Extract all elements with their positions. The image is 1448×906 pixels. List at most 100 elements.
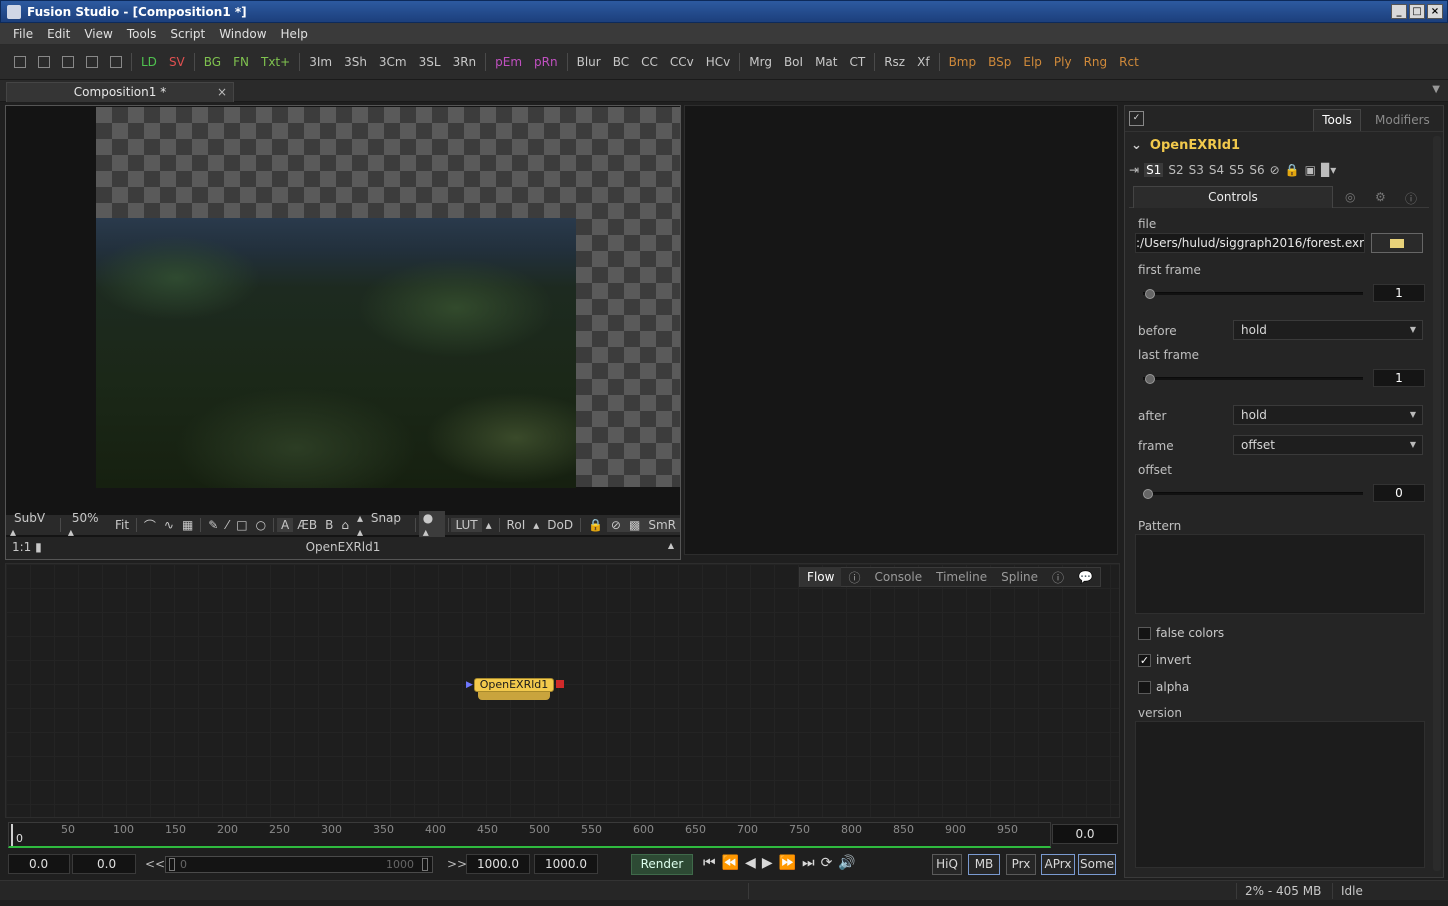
slot-s3[interactable]: S3	[1189, 163, 1204, 177]
slash-icon[interactable]: ⊘	[606, 518, 625, 532]
browse-button[interactable]	[1371, 233, 1423, 253]
viewer-left[interactable]: SubV ▴ 50% ▴ Fit ⌒ ∿ ▦ ✎ ⁄ □ ○ A ÆB B ⌂ …	[5, 105, 681, 560]
roi-button[interactable]: RoI	[503, 518, 530, 532]
tool-button-3sl[interactable]: 3SL	[413, 52, 447, 72]
before-select[interactable]: hold ▼	[1233, 320, 1423, 340]
tab-timeline[interactable]: Timeline	[929, 570, 994, 584]
playhead[interactable]	[11, 824, 13, 846]
mb-button[interactable]: MB	[968, 854, 1000, 875]
tab-controls[interactable]: Controls	[1133, 186, 1333, 208]
version-field[interactable]	[1135, 721, 1425, 868]
tool-button-bsp[interactable]: BSp	[982, 52, 1017, 72]
first-frame-value[interactable]: 1	[1373, 284, 1425, 302]
tool-header[interactable]: ⌄ OpenEXRld1	[1131, 138, 1240, 153]
tool-button-ld[interactable]: LD	[135, 52, 163, 72]
menu-view[interactable]: View	[79, 27, 117, 41]
slot-s1[interactable]: S1	[1144, 163, 1164, 177]
pin-icon[interactable]: ⇥	[1129, 163, 1139, 177]
node-output-icon[interactable]	[556, 680, 564, 688]
rectangle-icon[interactable]: □	[232, 518, 251, 532]
frame-select[interactable]: offset ▼	[1233, 435, 1423, 455]
step-back-icon[interactable]: ⏪	[722, 855, 739, 871]
menu-help[interactable]: Help	[276, 27, 313, 41]
tool-button-prn[interactable]: pRn	[528, 52, 564, 72]
offset-value[interactable]: 0	[1373, 484, 1425, 502]
tool-button-boi[interactable]: BoI	[778, 52, 809, 72]
lock-icon[interactable]: 🔒	[584, 518, 607, 532]
menu-script[interactable]: Script	[165, 27, 210, 41]
tool-button-3im[interactable]: 3Im	[303, 52, 338, 72]
tab-tools[interactable]: Tools	[1313, 109, 1361, 131]
tab-spline[interactable]: Spline	[994, 570, 1045, 584]
slider-knob[interactable]	[1145, 374, 1155, 384]
tab-dropdown-icon[interactable]: ▼	[1432, 84, 1440, 95]
false-colors-checkbox[interactable]	[1138, 627, 1151, 640]
alpha-checkbox[interactable]	[1138, 681, 1151, 694]
lut-dropdown-icon[interactable]: ▴	[482, 518, 496, 532]
last-frame-icon[interactable]: ⏭	[802, 855, 815, 871]
smr-button[interactable]: SmR	[644, 518, 680, 532]
offset-slider[interactable]	[1143, 489, 1363, 499]
tool-button-elp[interactable]: Elp	[1017, 52, 1048, 72]
tool-button-3rn[interactable]: 3Rn	[447, 52, 483, 72]
tool-button-bmp[interactable]: Bmp	[943, 52, 983, 72]
minimize-button[interactable]: _	[1391, 4, 1407, 19]
last-frame-slider[interactable]	[1143, 374, 1363, 384]
buffer-b-button[interactable]: B	[321, 518, 337, 532]
tool-button-rsz[interactable]: Rsz	[878, 52, 911, 72]
tool-button-pem[interactable]: pEm	[489, 52, 528, 72]
console-info-icon[interactable]: ⓘ	[841, 569, 867, 586]
snap-icon[interactable]: ⌂	[337, 518, 353, 532]
info-icon[interactable]: ⓘ	[1405, 190, 1417, 207]
flow-view[interactable]: Flow ⓘ Console Timeline Spline ⓘ 💬 ▶ Ope…	[5, 563, 1120, 818]
some-button[interactable]: Some	[1078, 854, 1116, 875]
hiq-button[interactable]: HiQ	[932, 854, 962, 875]
viewer-expand-icon[interactable]: ▲	[668, 541, 674, 550]
tab-console[interactable]: Console	[867, 570, 929, 584]
tool-button-fn[interactable]: FN	[227, 52, 255, 72]
first-frame-slider[interactable]	[1143, 289, 1363, 299]
ab-compare-icon[interactable]: ÆB	[293, 518, 321, 532]
loop-icon[interactable]: ⟳	[821, 855, 833, 871]
tool-button-sv[interactable]: SV	[163, 52, 191, 72]
menu-tools[interactable]: Tools	[122, 27, 162, 41]
step-forward-icon[interactable]: ⏩	[779, 855, 796, 871]
layout-split-icon[interactable]	[38, 56, 50, 68]
roi-dropdown-icon[interactable]: ▴	[529, 518, 543, 532]
close-tab-icon[interactable]: ×	[217, 83, 227, 101]
slot-s6[interactable]: S6	[1249, 163, 1264, 177]
wand-icon[interactable]: ⁄	[222, 518, 232, 532]
snap-button[interactable]: ▴ Snap ▴	[353, 511, 412, 539]
tool-button-rct[interactable]: Rct	[1113, 52, 1145, 72]
grid-icon[interactable]: ▦	[178, 518, 197, 532]
range-slider[interactable]: 0 1000	[165, 856, 433, 873]
layout-horizontal-icon[interactable]	[62, 56, 74, 68]
tool-button-rng[interactable]: Rng	[1078, 52, 1114, 72]
menu-window[interactable]: Window	[214, 27, 271, 41]
color-channel-icon[interactable]: ● ▴	[418, 511, 445, 539]
comments-icon[interactable]: 💬	[1071, 570, 1100, 584]
polyline-icon[interactable]: ⌒	[140, 517, 160, 534]
inspector-scrollbar[interactable]	[1433, 136, 1441, 871]
tool-button-txt[interactable]: Txt+	[255, 52, 296, 72]
tool-button-mrg[interactable]: Mrg	[743, 52, 778, 72]
print-icon[interactable]	[110, 56, 122, 68]
buffer-a-button[interactable]: A	[276, 518, 294, 532]
audio-icon[interactable]: 🔊	[838, 855, 855, 871]
zoom-button[interactable]: 50% ▴	[64, 511, 111, 539]
file-path-input[interactable]: :/Users/hulud/siggraph2016/forest.exrid	[1135, 233, 1365, 253]
tool-button-3sh[interactable]: 3Sh	[338, 52, 373, 72]
aprx-button[interactable]: APrx	[1041, 854, 1075, 875]
tab-flow[interactable]: Flow	[800, 567, 842, 587]
current-time-field[interactable]: 0.0	[1052, 824, 1118, 844]
slot-s4[interactable]: S4	[1209, 163, 1224, 177]
settings-gear-icon[interactable]: ⚙	[1375, 190, 1386, 204]
after-select[interactable]: hold ▼	[1233, 405, 1423, 425]
lut-button[interactable]: LUT	[451, 518, 482, 532]
menu-file[interactable]: File	[8, 27, 38, 41]
tool-button-ct[interactable]: CT	[844, 52, 872, 72]
subview-button[interactable]: SubV ▴	[6, 511, 57, 539]
lock-tool-icon[interactable]: 🔒	[1285, 163, 1300, 177]
last-frame-value[interactable]: 1	[1373, 369, 1425, 387]
tool-button-hcv[interactable]: HCv	[700, 52, 737, 72]
